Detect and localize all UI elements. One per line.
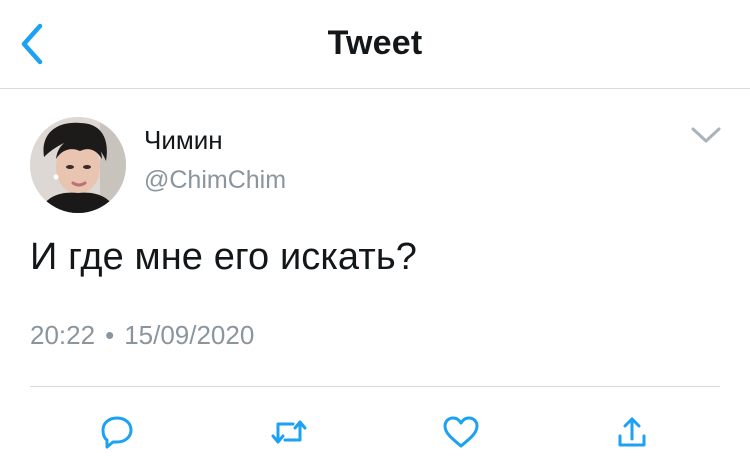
avatar[interactable]: [30, 117, 126, 213]
avatar-image: [30, 117, 126, 213]
chevron-down-icon: [690, 126, 722, 144]
share-button[interactable]: [612, 412, 652, 452]
author-name[interactable]: Чимин: [144, 125, 223, 156]
like-button[interactable]: [441, 412, 481, 452]
author-handle[interactable]: @ChimChim: [144, 166, 286, 195]
divider: [30, 386, 720, 387]
reply-button[interactable]: [97, 412, 137, 452]
meta-separator: •: [105, 320, 115, 350]
retweet-button[interactable]: [269, 412, 309, 452]
tweet-menu-button[interactable]: [686, 120, 726, 150]
retweet-icon: [269, 414, 309, 450]
share-icon: [616, 415, 648, 449]
header-bar: Tweet: [0, 0, 750, 89]
page-title: Tweet: [327, 24, 423, 62]
tweet-text: И где мне его искать?: [30, 236, 417, 278]
tweet-timestamp: 20:22 • 15/09/2020: [30, 320, 254, 351]
heart-icon: [442, 415, 480, 449]
reply-icon: [99, 414, 135, 450]
tweet-time: 20:22: [30, 320, 96, 350]
tweet-date: 15/09/2020: [124, 320, 255, 350]
tweet-detail-screen: Tweet Чимин @ChimChim И где мне его иска…: [0, 0, 750, 468]
